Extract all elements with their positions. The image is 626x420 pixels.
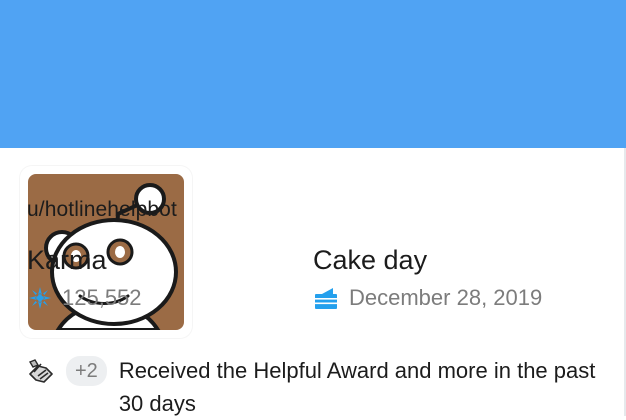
- cake-icon: [315, 288, 337, 309]
- karma-stat: 125,552: [28, 285, 142, 311]
- cakeday-stat: December 28, 2019: [313, 285, 542, 311]
- karma-value: 125,552: [62, 285, 142, 310]
- karma-sparkle-icon: [29, 287, 51, 309]
- award-count-badge[interactable]: +2: [66, 356, 107, 386]
- award-summary: Received the Helpful Award and more in t…: [118, 358, 596, 416]
- profile-username[interactable]: u/hotlinehelpbot: [27, 198, 177, 222]
- cakeday-label: Cake day: [313, 245, 428, 275]
- helpful-award-icon[interactable]: [26, 356, 56, 386]
- awards-row[interactable]: +2 Received the Helpful Award and more i…: [26, 354, 606, 420]
- karma-label: Karma: [27, 245, 107, 275]
- cakeday-value: December 28, 2019: [349, 285, 543, 310]
- profile-banner: [0, 0, 626, 148]
